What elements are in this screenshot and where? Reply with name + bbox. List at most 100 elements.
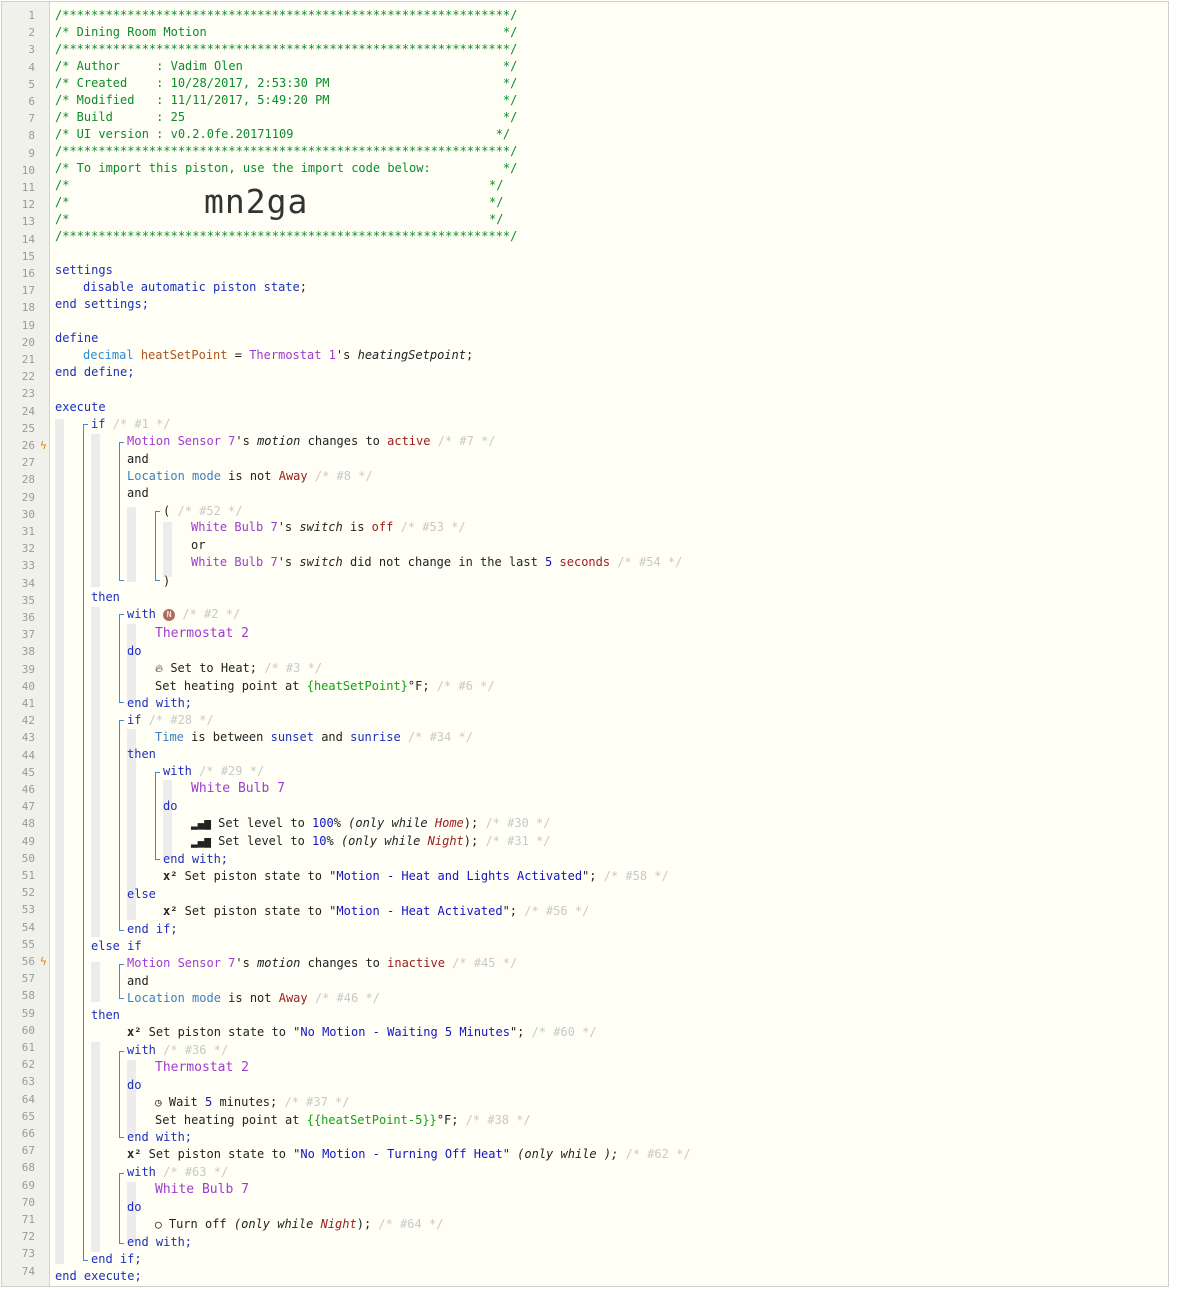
only-while: (only while (233, 1217, 321, 1231)
with-block-guide-cap (119, 702, 124, 703)
statement-with-63[interactable]: with /* #63 */ (127, 1164, 228, 1181)
line-number: 25 (21, 421, 35, 435)
comment-id: /* #1 */ (112, 417, 171, 431)
condition-time-between[interactable]: Time is between sunset and sunrise /* #3… (155, 729, 473, 746)
with-block-guide-cap (119, 1051, 124, 1052)
task-text: Turn off (168, 1217, 234, 1231)
task-set-level-10[interactable]: ▂▄▆ Set level to 10% (only while Night);… (191, 833, 550, 850)
comment-id: /* #38 */ (465, 1113, 531, 1127)
kw-then: then (127, 747, 156, 761)
task-set-state-heat[interactable]: x² Set piston state to "Motion - Heat Ac… (163, 903, 589, 920)
line-number: 3 (28, 43, 35, 57)
value-off: off (371, 520, 394, 534)
line-number: 63 (21, 1075, 35, 1089)
device-thermostat-2[interactable]: Thermostat 2 (155, 1059, 249, 1076)
op-is-between: is between (183, 730, 271, 744)
line-number: 73 (21, 1247, 35, 1261)
line-number: 70 (21, 1195, 35, 1209)
task-text: Set piston state to " (177, 869, 337, 883)
line-number: 4 (28, 60, 35, 74)
task-text: Set heating point at (155, 1113, 307, 1127)
line-number: 74 (21, 1264, 35, 1278)
if-block-guide-cap (119, 720, 124, 721)
task-set-heating-point[interactable]: Set heating point at {heatSetPoint}°F; /… (155, 678, 495, 695)
statement-with-29[interactable]: with /* #29 */ (163, 763, 264, 780)
task-set-state-turning-off[interactable]: x² Set piston state to "No Motion - Turn… (127, 1146, 691, 1163)
comment-id: /* #58 */ (603, 869, 669, 883)
line-number: 41 (21, 697, 35, 710)
clock-icon: ◷ (155, 1096, 162, 1109)
attribute-switch: switch (299, 520, 343, 534)
line-number: 54 (21, 920, 35, 934)
device-white-bulb-7[interactable]: White Bulb 7 (155, 1181, 249, 1198)
header-title: /* Dining Room Motion */ (55, 25, 518, 39)
comment-id: /* #6 */ (436, 679, 495, 693)
kw-else-if: else if (91, 939, 142, 953)
condition-mode-not-away[interactable]: Location mode is not Away /* #46 */ (127, 990, 380, 1007)
kw-execute: execute (55, 400, 106, 414)
statement-define-variable[interactable]: decimal heatSetPoint = Thermostat 1's he… (83, 347, 473, 364)
line-number: 21 (21, 353, 35, 366)
task-set-to-heat[interactable]: 🔥︎ Set to Heat; /* #3 */ (155, 660, 322, 677)
op-changes-to: changes to (300, 956, 388, 970)
task-text: Set to Heat; (170, 661, 258, 675)
line-number: 37 (21, 628, 35, 642)
value-inactive: inactive (387, 956, 445, 970)
device-thermostat-2[interactable]: Thermostat 2 (155, 625, 249, 642)
header-author: /* Author : Vadim Olen */ (55, 59, 518, 73)
line-number: 38 (21, 645, 35, 659)
task-wait[interactable]: ◷ Wait 5 minutes; /* #37 */ (155, 1094, 350, 1111)
kw-if: if (127, 713, 142, 727)
punct: 's (277, 555, 300, 569)
header-ui-version: /* UI version : v0.2.0fe.20171109 */ (55, 127, 511, 141)
import-code[interactable]: mn2ga (204, 182, 308, 222)
task-set-state-waiting[interactable]: x² Set piston state to "No Motion - Wait… (127, 1024, 597, 1041)
condition-motion-inactive[interactable]: Motion Sensor 7's motion changes to inac… (127, 955, 517, 972)
statement-with-36[interactable]: with /* #36 */ (127, 1042, 228, 1059)
value-home: Home (434, 816, 464, 830)
line-number: 17 (21, 284, 35, 298)
line-number: 48 (21, 817, 35, 831)
device-white-bulb-7[interactable]: White Bulb 7 (191, 780, 285, 797)
line-number: 1 (28, 9, 35, 22)
statement-if-28[interactable]: if /* #28 */ (127, 712, 214, 729)
line-number: 39 (21, 662, 35, 676)
signal-bars-icon: ▂▄▆ (191, 835, 211, 848)
kw-end-if: end if; (127, 922, 178, 936)
if-block-guide-cap (83, 1260, 88, 1261)
line-number: 31 (21, 525, 35, 538)
line-number: 24 (21, 404, 35, 418)
condition-group-guide-cap (119, 442, 124, 443)
line-number: 11 (21, 181, 35, 194)
task-turn-off[interactable]: ◯ Turn off (only while Night); /* #64 */ (155, 1216, 443, 1233)
line-number: 43 (21, 731, 35, 745)
kw-end-with: end with; (127, 696, 193, 710)
kw-or: or (191, 538, 206, 552)
signal-bars-icon: ▂▄▆ (191, 817, 211, 830)
header-stars: /***************************************… (55, 42, 518, 56)
header-blank-right: */ (489, 195, 504, 209)
statement-disable-state[interactable]: disable automatic piston state; (83, 279, 307, 296)
expression: {heatSetPoint} (306, 679, 408, 693)
power-icon: ◯ (155, 1218, 162, 1231)
condition-motion-active[interactable]: Motion Sensor 7's motion changes to acti… (127, 433, 496, 450)
statement-if-1[interactable]: if /* #1 */ (91, 416, 170, 433)
task-set-heating-point-minus-5[interactable]: Set heating point at {{heatSetPoint-5}}°… (155, 1112, 531, 1129)
condition-switch-off[interactable]: White Bulb 7's switch is off /* #53 */ (191, 519, 466, 536)
condition-switch-no-change[interactable]: White Bulb 7's switch did not change in … (191, 554, 682, 571)
header-blank-right: */ (489, 212, 504, 226)
task-set-state-heat-lights[interactable]: x² Set piston state to "Motion - Heat an… (163, 868, 669, 885)
indent-shade (127, 624, 136, 702)
line-number: 20 (21, 335, 35, 349)
value-active: active (387, 434, 431, 448)
if-block-guide-cap (119, 930, 124, 931)
line-number: 7 (28, 112, 35, 126)
indent-shade (91, 1042, 100, 1252)
condition-mode-not-away[interactable]: Location mode is not Away /* #8 */ (127, 468, 373, 485)
task-set-level-100[interactable]: ▂▄▆ Set level to 100% (only while Home);… (191, 815, 551, 832)
punct: ); (463, 816, 479, 830)
statement-with-2[interactable]: with N /* #2 */ (127, 606, 240, 623)
with-block-guide-cap (119, 1137, 124, 1138)
group-52[interactable]: ( /* #52 */ (163, 503, 243, 520)
time: Time (155, 730, 184, 744)
